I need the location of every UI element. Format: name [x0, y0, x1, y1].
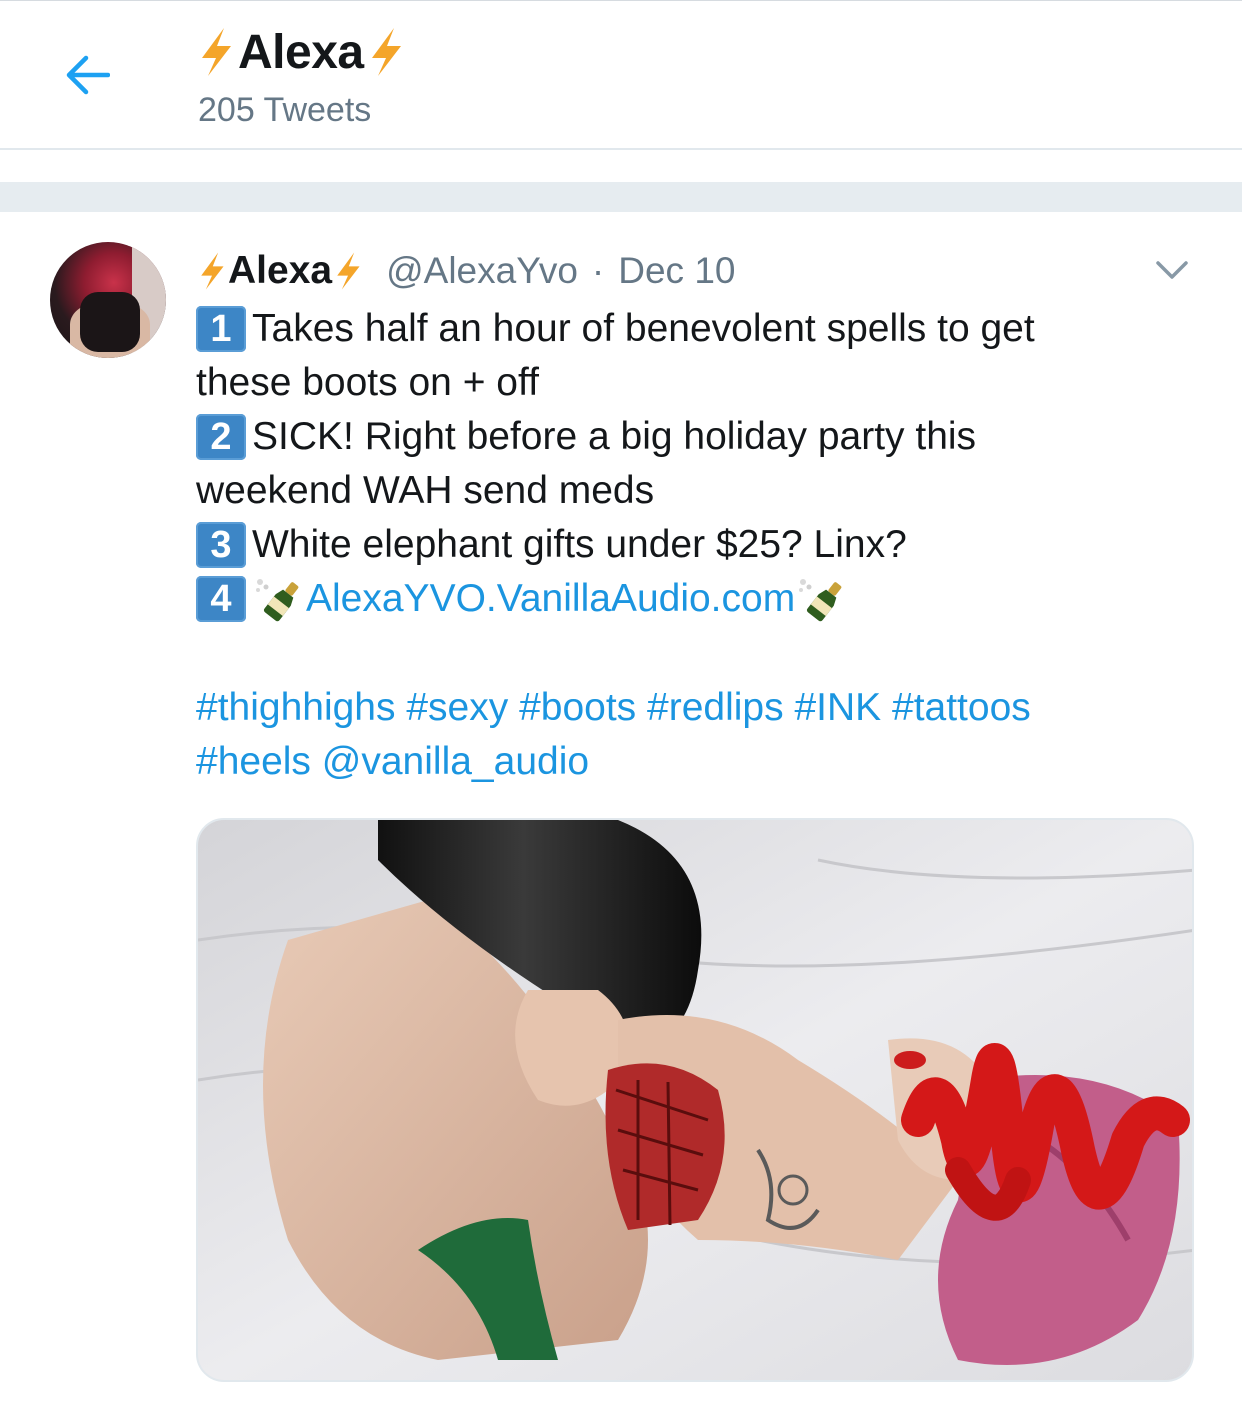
tweet-line-text: SICK! Right before a big holiday party t… — [252, 415, 977, 458]
tweet-photo[interactable] — [196, 818, 1194, 1382]
hashtag-link[interactable]: #sexy — [406, 681, 508, 735]
page-title: Alexa — [238, 25, 364, 79]
timeline-divider — [0, 182, 1242, 212]
champagne-bottle-icon — [799, 579, 842, 622]
tweet-body: 1 Takes half an hour of benevolent spell… — [196, 302, 1206, 626]
lightning-bolt-icon — [337, 252, 360, 290]
keycap-digit: 1 — [196, 306, 246, 352]
tweet-author-row: Alexa @AlexaYvo · Dec 10 — [198, 243, 735, 299]
tweet-line: weekend WAH send meds — [196, 464, 1206, 518]
hashtag-line: #thighhighs #sexy #boots #redlips #INK #… — [196, 681, 1206, 735]
hashtag-line: #heels @vanilla_audio — [196, 735, 1206, 789]
page-title-row: Alexa — [198, 21, 404, 83]
tweet-line-text: White elephant gifts under $25? Linx? — [252, 523, 907, 566]
tweet-count: 205 Tweets — [198, 91, 372, 129]
author-display-name[interactable]: Alexa — [228, 249, 332, 293]
author-handle[interactable]: @AlexaYvo — [386, 250, 578, 292]
lightning-bolt-icon — [201, 252, 224, 290]
champagne-bottle-icon — [256, 579, 299, 622]
tweet-hashtags: #thighhighs #sexy #boots #redlips #INK #… — [196, 681, 1206, 789]
lightning-bolt-icon — [371, 28, 401, 76]
hashtag-link[interactable]: #INK — [794, 681, 881, 735]
tweet-menu-button[interactable] — [1150, 250, 1194, 290]
arrow-left-icon — [66, 55, 110, 95]
profile-header: Alexa 205 Tweets — [0, 0, 1242, 150]
tweet-line-text: these boots on + off — [196, 361, 539, 404]
tweet-line-text: weekend WAH send meds — [196, 469, 655, 512]
tweet-line-text: Takes half an hour of benevolent spells … — [252, 307, 1035, 350]
hashtag-link[interactable]: #boots — [519, 681, 636, 735]
hashtag-link[interactable]: #heels — [196, 735, 311, 789]
tweet-line: 3 White elephant gifts under $25? Linx? — [196, 518, 1206, 572]
tweet-date[interactable]: Dec 10 — [618, 250, 735, 292]
keycap-digit: 4 — [196, 576, 246, 622]
mention-link[interactable]: @vanilla_audio — [322, 735, 589, 789]
photo-image — [198, 820, 1192, 1380]
chevron-down-icon — [1156, 261, 1188, 279]
separator-dot: · — [591, 250, 605, 291]
tweet-line: 2 SICK! Right before a big holiday party… — [196, 410, 1206, 464]
avatar[interactable] — [50, 242, 166, 358]
hashtag-link[interactable]: #thighhighs — [196, 681, 396, 735]
hashtag-link[interactable]: #tattoos — [892, 681, 1031, 735]
lightning-bolt-icon — [202, 28, 231, 76]
tweet-line: 4 AlexaYVO.VanillaAudio.com — [196, 572, 1206, 626]
back-button[interactable] — [58, 49, 116, 101]
keycap-digit: 3 — [196, 522, 246, 568]
header-spacer — [0, 150, 1242, 182]
hashtag-link[interactable]: #redlips — [647, 681, 784, 735]
external-link[interactable]: AlexaYVO.VanillaAudio.com — [306, 572, 795, 626]
keycap-digit: 2 — [196, 414, 246, 460]
tweet-line: these boots on + off — [196, 356, 1206, 410]
tweet-line: 1 Takes half an hour of benevolent spell… — [196, 302, 1206, 356]
